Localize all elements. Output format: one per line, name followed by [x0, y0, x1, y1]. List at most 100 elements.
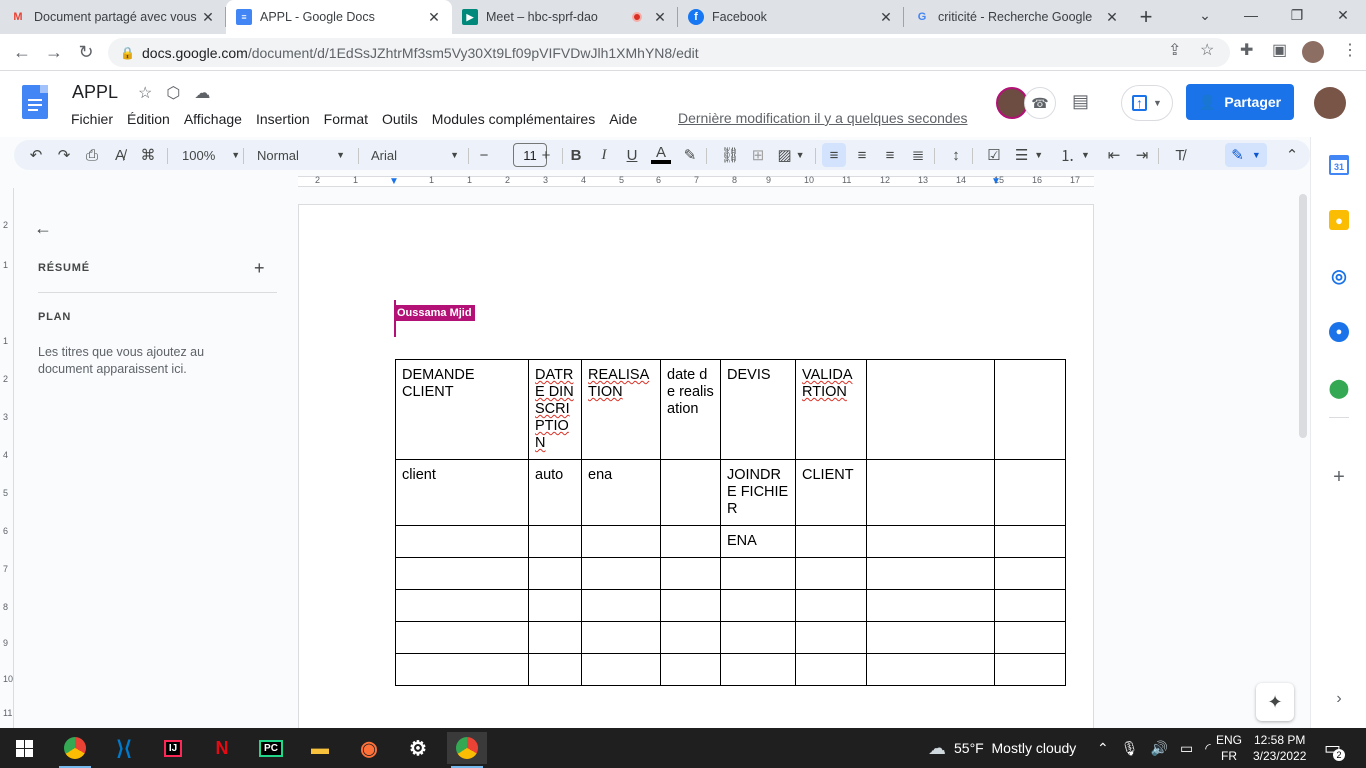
table-cell[interactable] [994, 653, 1066, 686]
increase-font-size-button[interactable]: + [536, 140, 556, 170]
side-panel-icon[interactable]: ▣ [1272, 40, 1287, 60]
volume-icon[interactable]: 🔊 [1151, 740, 1168, 757]
zoom-select[interactable]: 100% ▼ [182, 140, 240, 170]
table-cell[interactable] [660, 525, 721, 558]
tab-gmail[interactable]: M Document partagé avec vous ✕ [0, 0, 226, 34]
table-cell[interactable] [660, 589, 721, 622]
netflix-icon[interactable]: N [202, 732, 242, 764]
align-center-icon[interactable]: ≡ [852, 140, 872, 170]
table-cell[interactable]: client [395, 459, 529, 526]
right-indent-marker[interactable]: ▼ [991, 176, 1001, 187]
table-cell[interactable]: DATRE DINSCRIPTION [528, 359, 582, 460]
tab-google-docs[interactable]: ≡ APPL - Google Docs ✕ [226, 0, 452, 34]
get-addons-icon[interactable]: + [1329, 466, 1349, 488]
menu-edition[interactable]: Édition [120, 109, 177, 129]
decrease-indent-icon[interactable]: ⇤ [1104, 140, 1124, 170]
table-cell[interactable]: VALIDARTION [795, 359, 867, 460]
spellcheck-icon[interactable]: A̸ [110, 140, 130, 170]
table-cell[interactable] [994, 557, 1066, 590]
table-cell[interactable] [395, 525, 529, 558]
tab-facebook[interactable]: f Facebook ✕ [678, 0, 904, 34]
table-cell[interactable] [795, 653, 867, 686]
left-indent-marker[interactable]: ▼ [389, 176, 399, 187]
table-cell[interactable] [994, 589, 1066, 622]
insert-image-icon[interactable]: ▨ ▼ [776, 140, 806, 170]
intellij-icon[interactable]: IJ [153, 732, 193, 764]
paragraph-style-select[interactable]: Normal ▼ [257, 140, 345, 170]
file-explorer-icon[interactable]: ▬ [300, 732, 340, 764]
battery-icon[interactable]: ▭ [1180, 740, 1193, 757]
comments-icon[interactable]: ▤ [1072, 91, 1098, 115]
docs-logo-icon[interactable] [22, 85, 48, 119]
close-tab-icon[interactable]: ✕ [652, 9, 668, 26]
table-cell[interactable] [994, 359, 1066, 460]
table-cell[interactable] [795, 525, 867, 558]
line-spacing-icon[interactable]: ↕ [946, 140, 966, 170]
table-cell[interactable] [720, 621, 796, 654]
table-cell[interactable] [720, 653, 796, 686]
align-right-icon[interactable]: ≡ [880, 140, 900, 170]
align-justify-icon[interactable]: ≣ [908, 140, 928, 170]
close-tab-icon[interactable]: ✕ [1104, 9, 1120, 26]
print-icon[interactable]: ⎙ [82, 140, 102, 170]
table-cell[interactable] [395, 621, 529, 654]
table-cell[interactable]: ena [581, 459, 661, 526]
table-cell[interactable] [994, 459, 1066, 526]
table-cell[interactable] [866, 459, 995, 526]
chrome-taskbar-icon[interactable] [447, 732, 487, 768]
insert-link-icon[interactable]: ⛓ [720, 140, 740, 170]
table-cell[interactable] [994, 621, 1066, 654]
tab-search-icon[interactable]: ⌄ [1182, 0, 1228, 30]
highlight-icon[interactable]: ✎ [680, 140, 700, 170]
undo-icon[interactable]: ↶ [26, 140, 46, 170]
pycharm-icon[interactable]: PC [251, 732, 291, 764]
star-icon[interactable]: ☆ [138, 83, 152, 103]
calendar-icon[interactable]: 31 [1329, 155, 1349, 175]
table-cell[interactable]: REALISATION [581, 359, 661, 460]
share-page-icon[interactable]: ⇪ [1168, 40, 1181, 60]
table-cell[interactable] [528, 525, 582, 558]
move-to-drive-icon[interactable]: ⬡ [166, 83, 180, 103]
close-tab-icon[interactable]: ✕ [426, 9, 442, 26]
editing-mode-button[interactable]: ✎ ▼ [1225, 143, 1267, 167]
table-cell[interactable] [395, 557, 529, 590]
table-cell[interactable] [581, 589, 661, 622]
maximize-button[interactable]: ❐ [1274, 0, 1320, 30]
table-cell[interactable]: ENA [720, 525, 796, 558]
table-cell[interactable] [795, 557, 867, 590]
microphone-icon[interactable]: 🎙 [1121, 740, 1139, 757]
document-title[interactable]: APPL [72, 82, 118, 103]
windows-start-icon[interactable] [4, 732, 44, 764]
menu-insertion[interactable]: Insertion [249, 109, 317, 129]
firefox-icon[interactable]: ◉ [349, 732, 389, 764]
table-cell[interactable] [528, 653, 582, 686]
clear-formatting-icon[interactable]: T̸ [1170, 140, 1190, 170]
table-cell[interactable] [581, 653, 661, 686]
explore-icon[interactable]: ✦ [1256, 683, 1294, 721]
settings-icon[interactable]: ⚙ [398, 732, 438, 764]
new-tab-button[interactable]: + [1130, 0, 1162, 34]
increase-indent-icon[interactable]: ⇥ [1132, 140, 1152, 170]
table-cell[interactable] [866, 557, 995, 590]
vertical-ruler[interactable]: 2 1 1 2 3 4 5 6 7 8 9 10 11 [0, 188, 14, 728]
document-table[interactable]: DEMANDE CLIENT DATRE DINSCRIPTION REALIS… [395, 359, 1066, 686]
contacts-icon[interactable]: ● [1329, 322, 1349, 342]
paint-format-icon[interactable]: ⌘ [138, 140, 158, 170]
close-tab-icon[interactable]: ✕ [878, 9, 894, 26]
table-cell[interactable]: auto [528, 459, 582, 526]
close-outline-icon[interactable]: ← [34, 218, 52, 239]
forward-icon[interactable]: → [38, 36, 70, 68]
clock[interactable]: 12:58 PM 3/23/2022 [1253, 728, 1306, 768]
vscode-icon[interactable]: ⟩⟨ [104, 732, 144, 764]
numbered-list-icon[interactable]: ⒈ ▼ [1058, 140, 1092, 170]
table-cell[interactable]: CLIENT [795, 459, 867, 526]
keep-icon[interactable]: ● [1329, 210, 1349, 230]
table-cell[interactable] [528, 589, 582, 622]
table-cell[interactable] [994, 525, 1066, 558]
table-cell[interactable] [866, 621, 995, 654]
tasks-icon[interactable]: ◎ [1329, 266, 1349, 286]
profile-avatar[interactable] [1302, 41, 1324, 63]
table-cell[interactable] [660, 459, 721, 526]
table-cell[interactable] [660, 557, 721, 590]
table-cell[interactable] [795, 621, 867, 654]
